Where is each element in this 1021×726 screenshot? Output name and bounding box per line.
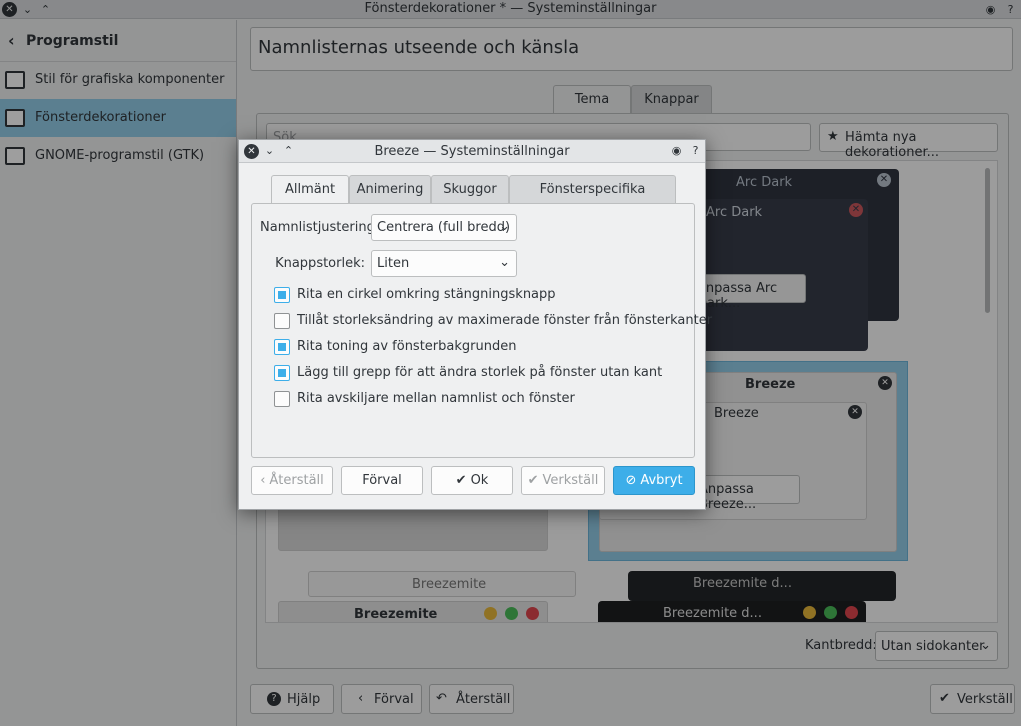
- check-icon: ✔: [455, 473, 467, 488]
- chevron-down-icon: ⌄: [499, 255, 510, 270]
- button-size-select[interactable]: Liten ⌄: [371, 250, 517, 277]
- checkbox-label: Rita avskiljare mellan namnlist och föns…: [297, 391, 575, 406]
- checkbox-box[interactable]: [274, 313, 290, 329]
- button-size-value: Liten: [377, 256, 410, 271]
- tab-window-specific[interactable]: Fönsterspecifika alternativ: [509, 175, 676, 225]
- checkbox-label: Lägg till grepp för att ändra storlek på…: [297, 365, 663, 380]
- checkbox-label: Rita toning av fönsterbakgrunden: [297, 339, 517, 354]
- dialog-apply-label: Verkställ: [542, 473, 599, 488]
- dialog-titlebar: ✕ ⌄ ⌃ Breeze — Systeminställningar ◉ ?: [239, 140, 705, 163]
- tab-animering[interactable]: Animering: [349, 175, 431, 204]
- dialog-title: Breeze — Systeminställningar: [374, 144, 570, 159]
- help-icon[interactable]: ?: [688, 143, 703, 158]
- tab-allmant[interactable]: Allmänt: [271, 175, 349, 204]
- pin-icon[interactable]: ◉: [669, 143, 684, 158]
- dialog-ok-label: Ok: [470, 473, 489, 488]
- checkbox-label: Tillåt storleksändring av maximerade fön…: [297, 313, 713, 328]
- dialog-reset-button[interactable]: ‹ Återställ: [251, 466, 333, 495]
- dialog-defaults-button[interactable]: Förval: [341, 466, 423, 495]
- dialog-reset-label: Återställ: [269, 473, 324, 488]
- checkbox-box[interactable]: [274, 339, 290, 355]
- checkbox-label: Rita en cirkel omkring stängningsknapp: [297, 287, 556, 302]
- dialog-apply-button[interactable]: ✔ Verkställ: [521, 466, 605, 495]
- title-alignment-value: Centrera (full bredd): [377, 220, 511, 235]
- dialog-ok-button[interactable]: ✔ Ok: [431, 466, 513, 495]
- breeze-settings-dialog: ✕ ⌄ ⌃ Breeze — Systeminställningar ◉ ? A…: [238, 139, 712, 510]
- check-icon: ✔: [527, 473, 539, 488]
- checkbox-box[interactable]: [274, 391, 290, 407]
- chevron-down-icon: ⌄: [499, 219, 510, 234]
- checkbox-box[interactable]: [274, 287, 290, 303]
- title-alignment-select[interactable]: Centrera (full bredd) ⌄: [371, 214, 517, 241]
- dialog-panel-general: Namnlistjustering: Centrera (full bredd)…: [251, 203, 712, 458]
- chevron-left-icon: ‹: [260, 473, 266, 488]
- tab-skuggor[interactable]: Skuggor: [431, 175, 509, 204]
- dialog-cancel-button[interactable]: ⊘ Avbryt: [613, 466, 695, 495]
- button-size-label: Knappstorlek:: [275, 256, 365, 271]
- checkbox-box[interactable]: [274, 365, 290, 381]
- dialog-cancel-label: Avbryt: [640, 473, 683, 488]
- cancel-icon: ⊘: [625, 473, 637, 488]
- dialog-defaults-label: Förval: [362, 473, 402, 488]
- title-alignment-label: Namnlistjustering:: [260, 220, 380, 235]
